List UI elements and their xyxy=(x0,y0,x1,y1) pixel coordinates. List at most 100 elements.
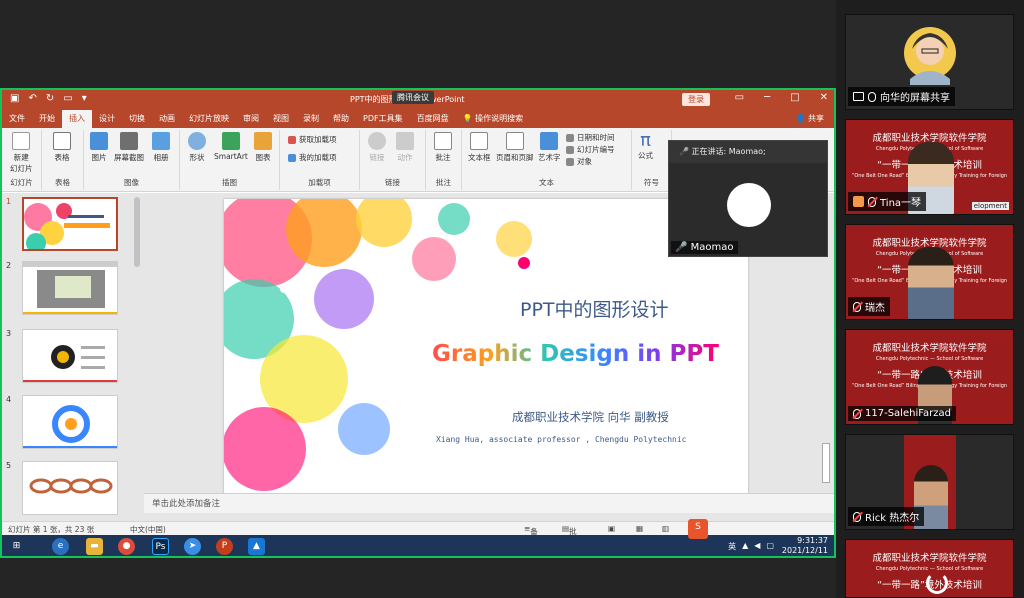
mic-muted-icon xyxy=(853,301,861,312)
get-addins-button[interactable]: 获取加载项 xyxy=(288,134,337,145)
sogou-ime-icon[interactable]: S xyxy=(688,519,708,539)
minimize-icon[interactable]: ─ xyxy=(764,92,770,103)
wordart-icon xyxy=(540,132,559,150)
feishu-icon[interactable]: ➤ xyxy=(184,538,201,555)
screenshot-label: 屏幕截图 xyxy=(114,153,144,162)
notes-pane[interactable]: 单击此处添加备注 xyxy=(144,493,834,513)
link-button[interactable]: 链接 xyxy=(368,132,386,163)
network-icon[interactable]: ▲ xyxy=(742,541,748,552)
slide-number-button[interactable]: 幻灯片编号 xyxy=(566,144,615,155)
chart-button[interactable]: 图表 xyxy=(254,132,272,163)
tab-design[interactable]: 设计 xyxy=(92,110,122,128)
formula-button[interactable]: π 公式 xyxy=(638,130,653,161)
slide-thumbnail-2[interactable] xyxy=(22,261,118,315)
maximize-icon[interactable]: □ xyxy=(790,92,799,103)
tencent-meeting-icon[interactable]: ▲ xyxy=(248,538,265,555)
participant-tile[interactable]: 成都职业技术学院软件学院 Chengdu Polytechnic — Schoo… xyxy=(845,329,1014,425)
shape-button[interactable]: 形状 xyxy=(188,132,206,163)
file-explorer-icon[interactable]: ▬ xyxy=(86,538,103,555)
slide-scrollbar[interactable] xyxy=(822,443,830,483)
tab-view[interactable]: 视图 xyxy=(266,110,296,128)
browser-icon[interactable]: e xyxy=(52,538,69,555)
comment-button[interactable]: 批注 xyxy=(434,132,452,163)
tell-me-search[interactable]: 💡 操作说明搜索 xyxy=(456,110,531,128)
tab-record[interactable]: 录制 xyxy=(296,110,326,128)
tab-file[interactable]: 文件 xyxy=(2,110,32,128)
tab-transitions[interactable]: 切换 xyxy=(122,110,152,128)
thumb-2-preview xyxy=(23,262,117,314)
slide-thumbnail-5[interactable] xyxy=(22,461,118,515)
system-clock[interactable]: 9:31:37 2021/12/11 xyxy=(782,536,828,556)
powerpoint-icon[interactable]: P xyxy=(216,538,233,555)
thumb-3-preview xyxy=(23,345,117,382)
windows-start-icon[interactable]: ⊞ xyxy=(8,538,25,555)
slide-thumbnail-3[interactable] xyxy=(22,329,118,383)
tab-home[interactable]: 开始 xyxy=(32,110,62,128)
volume-icon[interactable]: ◀ xyxy=(754,541,760,552)
chrome-icon[interactable]: ● xyxy=(118,538,135,555)
slide-author-en: Xiang Hua, associate professor , Chengdu… xyxy=(436,435,687,444)
wordart-button[interactable]: 艺术字 xyxy=(538,132,561,163)
tab-pdf-tools[interactable]: PDF工具集 xyxy=(356,110,410,128)
screenshot-button[interactable]: 屏幕截图 xyxy=(114,132,144,163)
ime-mode-indicator[interactable]: 英 xyxy=(728,541,736,552)
speaking-text: 正在讲话: Maomao; xyxy=(691,147,766,156)
banner-school-en: Chengdu Polytechnic — School of Software xyxy=(875,566,984,572)
save-icon[interactable]: ▣ xyxy=(10,93,19,104)
tab-animations[interactable]: 动画 xyxy=(152,110,182,128)
tab-review[interactable]: 审阅 xyxy=(236,110,266,128)
meeting-badge[interactable]: 腾讯会议 xyxy=(392,91,434,104)
participant-tile[interactable]: 成都职业技术学院软件学院 Chengdu Polytechnic — Schoo… xyxy=(845,539,1014,598)
participant-tile[interactable]: 成都职业技术学院软件学院 Chengdu Polytechnic — Schoo… xyxy=(845,119,1014,215)
object-button[interactable]: 对象 xyxy=(566,156,592,167)
close-icon[interactable]: ✕ xyxy=(820,92,828,103)
participant-name: 117-SalehiFarzad xyxy=(865,408,952,419)
reading-view-icon[interactable]: ▥ xyxy=(662,524,669,533)
participant-tile-share[interactable]: 向华的屏幕共享 xyxy=(845,14,1014,110)
system-tray: 英 ▲ ◀ ▢ xyxy=(728,541,774,552)
group-label-tables: 表格 xyxy=(55,178,70,187)
share-button[interactable]: 👤 共享 xyxy=(788,110,834,128)
photoshop-icon[interactable]: Ps xyxy=(152,538,169,555)
slide-thumbnails-panel: 1 2 3 4 5 xyxy=(2,193,144,521)
tab-insert[interactable]: 插入 xyxy=(62,110,92,128)
action-button[interactable]: 动作 xyxy=(396,132,414,163)
active-speaker-card[interactable]: 🎤 正在讲话: Maomao; 🎤 Maomao xyxy=(668,140,828,257)
screenshot-icon xyxy=(120,132,138,150)
slide-number-label: 幻灯片编号 xyxy=(577,145,615,154)
speaking-indicator: 🎤 正在讲话: Maomao; xyxy=(669,141,827,163)
picture-button[interactable]: 图片 xyxy=(90,132,108,163)
normal-view-icon[interactable]: ▣ xyxy=(608,524,615,533)
smartart-button[interactable]: SmartArt xyxy=(214,132,248,161)
album-button[interactable]: 相册 xyxy=(152,132,170,163)
notification-icon[interactable]: ▢ xyxy=(766,541,774,552)
language-indicator[interactable]: 中文(中国) xyxy=(130,524,166,535)
start-presentation-icon[interactable]: ▭ xyxy=(63,93,72,104)
slide-thumbnail-4[interactable] xyxy=(22,395,118,449)
tab-baidu-netdisk[interactable]: 百度网盘 xyxy=(410,110,456,128)
undo-icon[interactable]: ↶ xyxy=(28,93,36,104)
thumbnails-scrollbar[interactable] xyxy=(134,197,140,267)
notes-toggle[interactable]: ≡ 备注 xyxy=(524,524,538,547)
login-button[interactable]: 登录 xyxy=(682,93,710,106)
textbox-button[interactable]: 文本框 xyxy=(468,132,491,163)
ribbon-display-icon[interactable]: ▭ xyxy=(735,92,744,103)
redo-icon[interactable]: ↻ xyxy=(46,93,54,104)
table-button[interactable]: 表格 xyxy=(53,132,71,163)
slide-thumbnail-1[interactable] xyxy=(22,197,118,251)
participant-name: Tina一琴 xyxy=(880,198,922,209)
header-footer-button[interactable]: 页眉和页脚 xyxy=(496,132,534,163)
my-addins-button[interactable]: 我的加载项 xyxy=(288,152,337,163)
participant-tile[interactable]: 成都职业技术学院软件学院 Chengdu Polytechnic — Schoo… xyxy=(845,224,1014,320)
participant-nametag: 向华的屏幕共享 xyxy=(848,87,955,106)
comments-toggle[interactable]: ▤ 批注 xyxy=(562,524,577,547)
thumb-5-preview xyxy=(29,478,113,494)
sorter-view-icon[interactable]: ▦ xyxy=(636,524,643,533)
smartart-label: SmartArt xyxy=(214,152,248,161)
new-slide-button[interactable]: 新建 幻灯片 xyxy=(10,132,33,174)
customize-qat-icon[interactable]: ▾ xyxy=(82,93,87,104)
participant-tile[interactable]: Rick 热杰尔 xyxy=(845,434,1014,530)
tab-slideshow[interactable]: 幻灯片放映 xyxy=(182,110,236,128)
date-time-button[interactable]: 日期和时间 xyxy=(566,132,615,143)
tab-help[interactable]: 帮助 xyxy=(326,110,356,128)
